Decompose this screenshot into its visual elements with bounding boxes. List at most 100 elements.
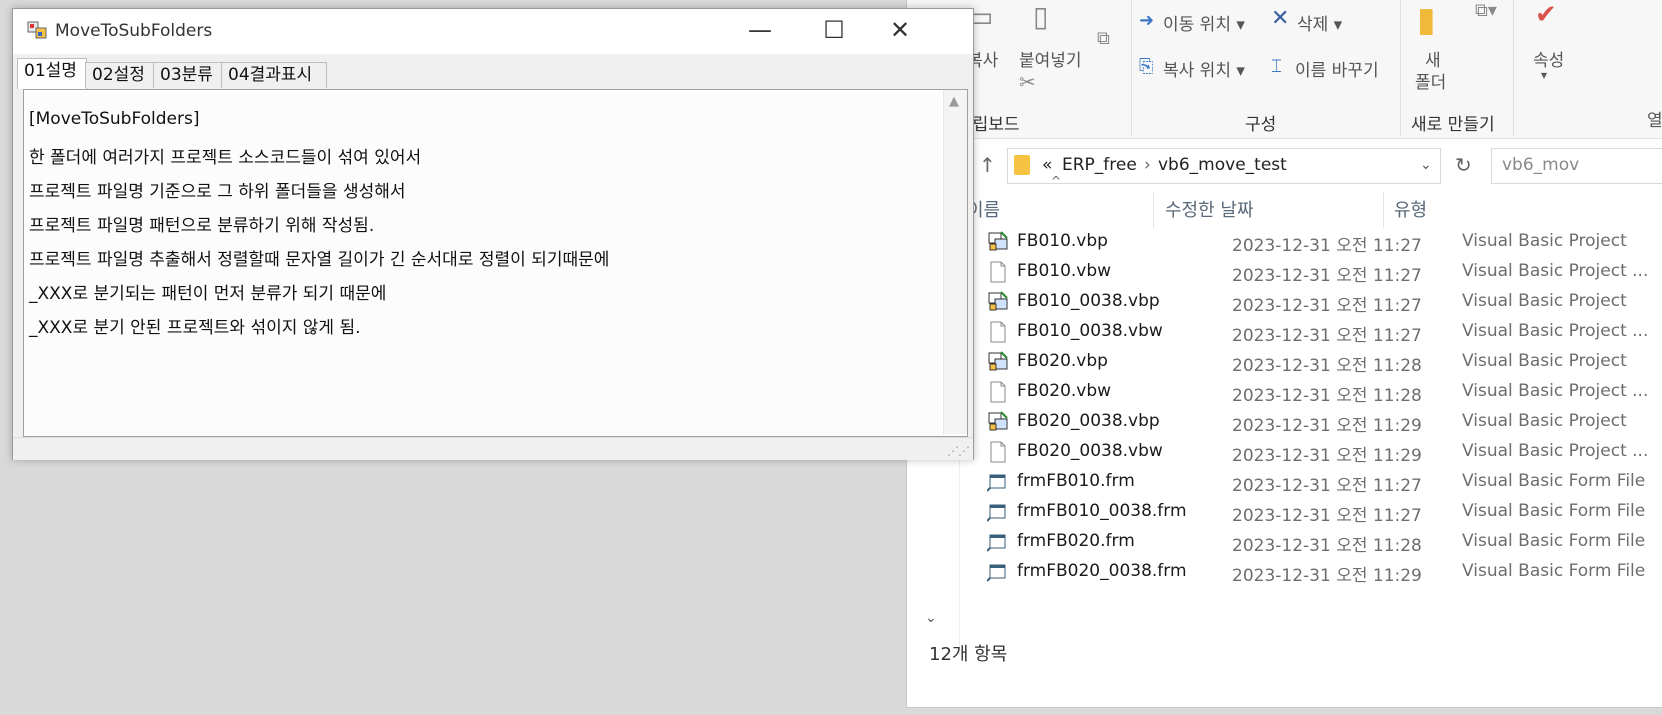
file-explorer-window: 기에 ▭ 복사 ▯ 붙여넣기 ✂ ⧉ ➜ 이동 위치 ▾ ⎘ 복사 위치 ▾ ✕… — [906, 0, 1662, 708]
description-line: 프로젝트 파일명 추출해서 정렬할때 문자열 길이가 긴 순서대로 정렬이 되기… — [29, 250, 610, 270]
file-row[interactable]: FB020.vbp 2023-12-31 오전 11:28 Visual Basic… — [907, 348, 1662, 378]
file-type: Visual Basic Form File — [1462, 471, 1646, 491]
app-icon — [27, 21, 47, 39]
properties-dropdown-icon[interactable]: ▾ — [1541, 68, 1547, 82]
file-row[interactable]: FB010_0038.vbw 2023-12-31 오전 11:27 Visual … — [907, 318, 1662, 348]
description-line: 프로젝트 파일명 기준으로 그 하위 폴더들을 생성해서 — [29, 182, 406, 202]
tab-04[interactable]: 04결과표시 — [221, 62, 327, 88]
title-bar[interactable]: MoveToSubFolders — ☐ ✕ — [13, 9, 973, 54]
file-name: FB010.vbw — [1017, 261, 1112, 281]
navpane-scroll-down-icon[interactable]: ⌄ — [925, 610, 937, 626]
file-type: Visual Basic Project ... — [1462, 381, 1649, 401]
description-textbox[interactable]: [MoveToSubFolders] 한 폴더에 여러가지 프로젝트 소스코드들… — [25, 91, 941, 435]
address-dropdown-icon[interactable]: ⌄ — [1420, 157, 1432, 173]
column-header-date[interactable]: 수정한 날짜 — [1165, 196, 1254, 222]
column-header-type[interactable]: 유형 — [1394, 196, 1427, 222]
file-row[interactable]: FB020_0038.vbw 2023-12-31 오전 11:29 Visual … — [907, 438, 1662, 468]
file-name: FB020_0038.vbp — [1017, 411, 1160, 431]
file-type: Visual Basic Project — [1462, 411, 1627, 431]
file-date: 2023-12-31 오전 11:27 — [1232, 236, 1422, 256]
blank-file-icon — [990, 381, 1006, 403]
breadcrumb-erp-free[interactable]: ERP_free — [1062, 155, 1137, 175]
search-field[interactable]: vb6_mov — [1491, 148, 1662, 184]
delete-label: 삭제 — [1297, 15, 1329, 35]
tab-strip: 01설명 02설정 03분류 04결과표시 — [13, 56, 973, 89]
file-type: Visual Basic Project — [1462, 291, 1627, 311]
tab-panel-description: [MoveToSubFolders] 한 폴더에 여러가지 프로젝트 소스코드들… — [23, 89, 968, 437]
description-line: _XXX로 분기되는 패턴이 먼저 분류가 되기 때문에 — [29, 284, 387, 304]
window-title: MoveToSubFolders — [55, 21, 213, 41]
new-item-icon[interactable]: ⧉▾ — [1475, 0, 1497, 21]
file-date: 2023-12-31 오전 11:29 — [1232, 416, 1422, 436]
file-type: Visual Basic Form File — [1462, 531, 1646, 551]
file-name: FB020.vbp — [1017, 351, 1108, 371]
description-line: [MoveToSubFolders] — [29, 109, 200, 129]
vbp-icon — [988, 231, 1008, 251]
vbp-icon — [988, 411, 1008, 431]
form-file-icon — [987, 474, 1006, 492]
move-to-label: 이동 위치 — [1163, 15, 1231, 35]
address-field[interactable]: « ERP_free › vb6_move_test ⌄ — [1007, 148, 1441, 184]
file-type: Visual Basic Project ... — [1462, 441, 1649, 461]
move-to-button[interactable]: 이동 위치 ▾ — [1163, 10, 1245, 35]
tab-02[interactable]: 02설정 — [85, 62, 155, 88]
form-file-icon — [987, 564, 1006, 582]
vertical-scrollbar[interactable]: ▲ — [943, 90, 967, 434]
file-date: 2023-12-31 오전 11:27 — [1232, 326, 1422, 346]
file-date: 2023-12-31 오전 11:28 — [1232, 386, 1422, 406]
new-folder-button-line2[interactable]: 폴더 — [1415, 68, 1446, 93]
properties-button[interactable]: 속성 — [1533, 46, 1564, 71]
file-name: frmFB020.frm — [1017, 531, 1135, 551]
file-name: FB020.vbw — [1017, 381, 1112, 401]
close-button[interactable]: ✕ — [865, 9, 935, 54]
file-name: FB010_0038.vbw — [1017, 321, 1163, 341]
maximize-button[interactable]: ☐ — [799, 9, 869, 54]
file-date: 2023-12-31 오전 11:27 — [1232, 506, 1422, 526]
file-name: frmFB020_0038.frm — [1017, 561, 1187, 581]
blank-file-icon — [990, 261, 1006, 283]
file-type: Visual Basic Project — [1462, 351, 1627, 371]
refresh-icon[interactable]: ↻ — [1455, 153, 1472, 177]
description-line: 프로젝트 파일명 패턴으로 분류하기 위해 작성됨. — [29, 216, 375, 236]
file-row[interactable]: FB010.vbp 2023-12-31 오전 11:27 Visual Basic… — [907, 228, 1662, 258]
sort-ascending-icon: ^ — [1051, 174, 1062, 188]
search-placeholder: vb6_mov — [1502, 155, 1580, 175]
movetosubfolders-window: MoveToSubFolders — ☐ ✕ 01설명 02설정 03분류 04… — [12, 8, 974, 460]
breadcrumb-current[interactable]: vb6_move_test — [1158, 155, 1287, 175]
file-name: FB010.vbp — [1017, 231, 1108, 251]
file-row[interactable]: frmFB020.frm 2023-12-31 오전 11:28 Visual Ba… — [907, 528, 1662, 558]
description-line: _XXX로 분기 안된 프로젝트와 섞이지 않게 됨. — [29, 318, 361, 338]
delete-button[interactable]: 삭제 ▾ — [1297, 10, 1342, 35]
file-type: Visual Basic Project ... — [1462, 321, 1649, 341]
file-row[interactable]: frmFB020_0038.frm 2023-12-31 오전 11:29 Visu… — [907, 558, 1662, 588]
paste-button[interactable]: 붙여넣기 — [1019, 46, 1082, 71]
file-row[interactable]: frmFB010.frm 2023-12-31 오전 11:27 Visual Ba… — [907, 468, 1662, 498]
rename-icon: ⌶ — [1271, 56, 1282, 77]
cut-icon[interactable]: ✂ — [1019, 70, 1036, 94]
copy-to-button[interactable]: 복사 위치 ▾ — [1163, 56, 1245, 81]
blank-file-icon — [990, 441, 1006, 463]
item-count-status: 12개 항목 — [929, 644, 1008, 665]
tab-01[interactable]: 01설명 — [17, 58, 87, 89]
resize-grip-icon[interactable]: ⋰⋰ — [947, 444, 970, 458]
minimize-button[interactable]: — — [725, 9, 795, 54]
open-group-partial: 열 — [1647, 111, 1662, 131]
scroll-up-icon[interactable]: ▲ — [949, 94, 959, 109]
file-type: Visual Basic Project ... — [1462, 261, 1649, 281]
up-arrow-icon[interactable]: ↑ — [979, 153, 996, 177]
properties-check-icon: ✔ — [1535, 0, 1557, 30]
ribbon: 기에 ▭ 복사 ▯ 붙여넣기 ✂ ⧉ ➜ 이동 위치 ▾ ⎘ 복사 위치 ▾ ✕… — [907, 0, 1662, 139]
clipboard-icon: ▯ — [1033, 0, 1049, 33]
paste-shortcut-icon[interactable]: ⧉ — [1097, 28, 1110, 49]
file-row[interactable]: FB010_0038.vbp 2023-12-31 오전 11:27 Visual … — [907, 288, 1662, 318]
file-row[interactable]: FB020.vbw 2023-12-31 오전 11:28 Visual Basic… — [907, 378, 1662, 408]
file-type: Visual Basic Form File — [1462, 561, 1646, 581]
file-row[interactable]: FB020_0038.vbp 2023-12-31 오전 11:29 Visual … — [907, 408, 1662, 438]
address-bar-row: → ⌄ ↑ « ERP_free › vb6_move_test ⌄ ↻ vb6… — [907, 148, 1662, 186]
file-type: Visual Basic Form File — [1462, 501, 1646, 521]
file-row[interactable]: FB010.vbw 2023-12-31 오전 11:27 Visual Basic… — [907, 258, 1662, 288]
file-row[interactable]: frmFB010_0038.frm 2023-12-31 오전 11:27 Visu… — [907, 498, 1662, 528]
tab-03[interactable]: 03분류 — [153, 62, 223, 88]
breadcrumb-overflow[interactable]: « — [1042, 155, 1052, 175]
rename-button[interactable]: 이름 바꾸기 — [1295, 56, 1379, 81]
